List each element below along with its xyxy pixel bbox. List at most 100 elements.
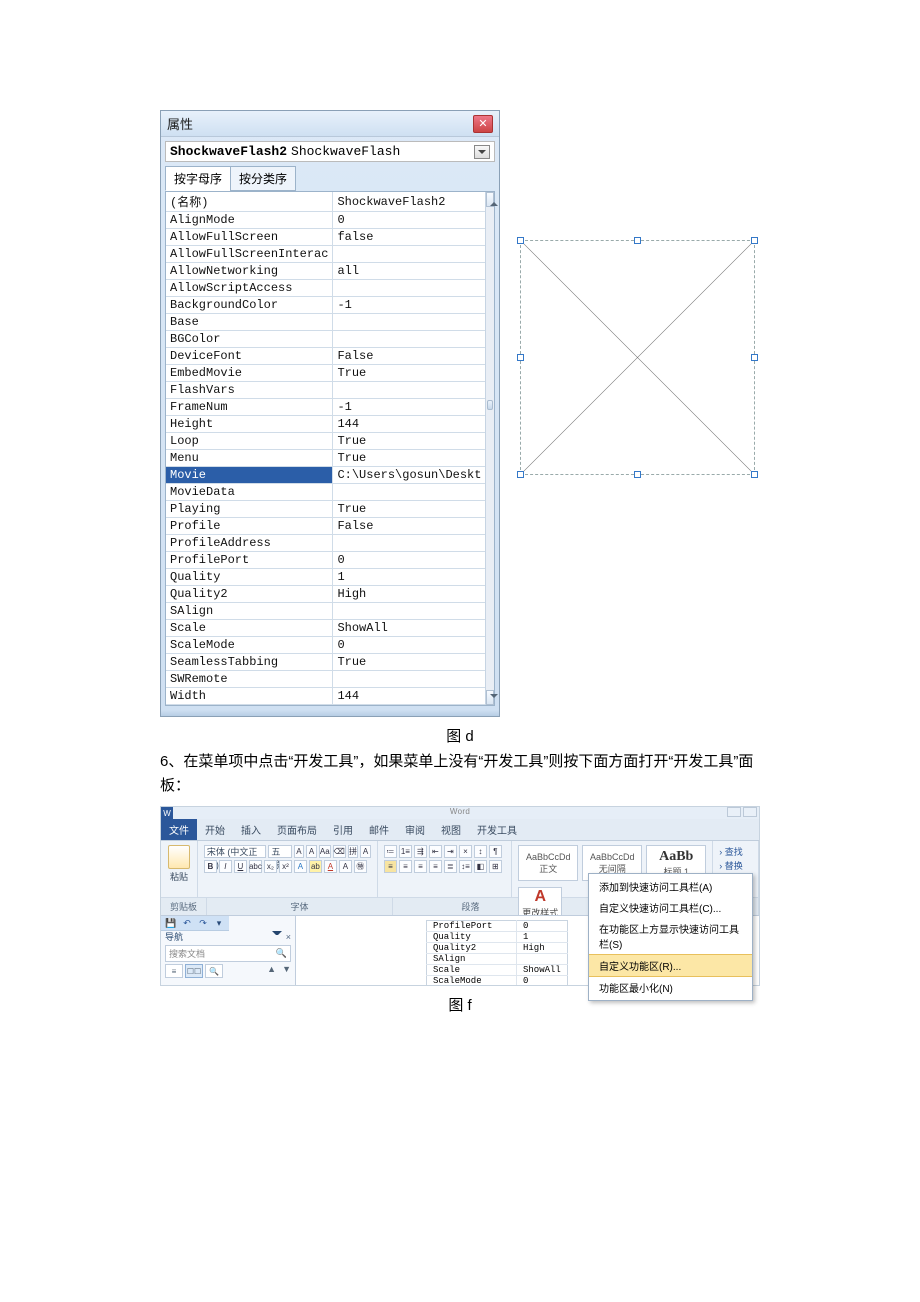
shrink-font-icon[interactable]: A: [306, 845, 317, 858]
property-value[interactable]: True: [333, 450, 486, 467]
redo-icon[interactable]: ↷: [197, 917, 209, 929]
property-row[interactable]: FlashVars: [166, 382, 485, 399]
resize-handle-bl[interactable]: [517, 471, 524, 478]
font-size-selector[interactable]: 五号: [268, 845, 291, 858]
property-row[interactable]: BGColor: [166, 331, 485, 348]
property-value[interactable]: [333, 603, 486, 620]
qat-customize-icon[interactable]: ▾: [213, 917, 225, 929]
resize-handle-tm[interactable]: [634, 237, 641, 244]
char-shading-icon[interactable]: A: [339, 860, 352, 873]
ribbon-tab[interactable]: 插入: [233, 819, 269, 840]
indent-dec-icon[interactable]: ⇤: [429, 845, 442, 858]
property-row[interactable]: DeviceFontFalse: [166, 348, 485, 365]
italic-icon[interactable]: I: [219, 860, 232, 873]
properties-grid[interactable]: (名称)ShockwaveFlash2AlignMode0AllowFullSc…: [166, 192, 485, 705]
property-value[interactable]: all: [333, 263, 486, 280]
embedded-object-placeholder[interactable]: [520, 240, 755, 475]
highlight-icon[interactable]: ab: [309, 860, 322, 873]
context-menu-item[interactable]: 功能区最小化(N): [589, 977, 752, 998]
resize-handle-bm[interactable]: [634, 471, 641, 478]
property-row[interactable]: PlayingTrue: [166, 501, 485, 518]
ribbon-tab[interactable]: 开始: [197, 819, 233, 840]
property-row[interactable]: Width144: [166, 688, 485, 705]
context-menu-item[interactable]: 自定义功能区(R)...: [589, 954, 752, 977]
property-value[interactable]: 1: [333, 569, 486, 586]
sort-icon[interactable]: ↕: [474, 845, 487, 858]
property-value[interactable]: High: [333, 586, 486, 603]
change-case-icon[interactable]: Aa: [319, 845, 331, 858]
property-value[interactable]: 0: [333, 637, 486, 654]
distributed-icon[interactable]: ≣: [444, 860, 457, 873]
resize-handle-br[interactable]: [751, 471, 758, 478]
property-value[interactable]: [333, 246, 486, 263]
property-value[interactable]: [333, 331, 486, 348]
property-row[interactable]: AllowFullScreenfalse: [166, 229, 485, 246]
min-window-icon[interactable]: [727, 807, 741, 817]
property-value[interactable]: [333, 314, 486, 331]
indent-inc-icon[interactable]: ⇥: [444, 845, 457, 858]
shading-icon[interactable]: ◧: [474, 860, 487, 873]
close-icon[interactable]: ✕: [473, 115, 493, 133]
property-value[interactable]: 0: [333, 212, 486, 229]
property-row[interactable]: MovieData: [166, 484, 485, 501]
resize-handle-tl[interactable]: [517, 237, 524, 244]
ribbon-tab[interactable]: 视图: [433, 819, 469, 840]
property-value[interactable]: [333, 484, 486, 501]
strike-icon[interactable]: abc: [249, 860, 262, 873]
property-row[interactable]: AlignMode0: [166, 212, 485, 229]
property-row[interactable]: ProfilePort0: [166, 552, 485, 569]
grow-font-icon[interactable]: A: [294, 845, 305, 858]
paste-label[interactable]: 粘贴: [170, 870, 188, 883]
property-row[interactable]: Quality1: [166, 569, 485, 586]
property-row[interactable]: SeamlessTabbingTrue: [166, 654, 485, 671]
restore-window-icon[interactable]: [743, 807, 757, 817]
ribbon-tab[interactable]: 页面布局: [269, 819, 325, 840]
property-row[interactable]: MovieC:\Users\gosun\Deskt: [166, 467, 485, 484]
property-row[interactable]: ProfileAddress: [166, 535, 485, 552]
align-left--icon[interactable]: ≡: [384, 860, 397, 873]
context-menu-item[interactable]: 添加到快速访问工具栏(A): [589, 876, 752, 897]
property-value[interactable]: False: [333, 518, 486, 535]
panel-resize-grip[interactable]: [161, 710, 499, 716]
property-value[interactable]: ShockwaveFlash2: [333, 192, 486, 212]
property-row[interactable]: FrameNum-1: [166, 399, 485, 416]
property-value[interactable]: False: [333, 348, 486, 365]
property-row[interactable]: (名称)ShockwaveFlash2: [166, 192, 485, 212]
editing-item[interactable]: › 查找: [719, 845, 752, 858]
nav-close-icon[interactable]: ×: [286, 932, 291, 942]
undo-icon[interactable]: ↶: [181, 917, 193, 929]
text-effect-icon[interactable]: A: [294, 860, 307, 873]
superscript-icon[interactable]: x²: [279, 860, 292, 873]
property-value[interactable]: [333, 535, 486, 552]
scroll-down-icon[interactable]: [486, 690, 494, 705]
resize-handle-tr[interactable]: [751, 237, 758, 244]
bullets-icon[interactable]: ≔: [384, 845, 397, 858]
save-icon[interactable]: 💾: [165, 917, 177, 929]
ribbon-tab[interactable]: 邮件: [361, 819, 397, 840]
align-right-icon[interactable]: ≡: [414, 860, 427, 873]
property-row[interactable]: SWRemote: [166, 671, 485, 688]
scroll-up-icon[interactable]: [486, 192, 494, 207]
ribbon-tab[interactable]: 审阅: [397, 819, 433, 840]
char-border-icon[interactable]: A: [360, 845, 371, 858]
clear-format-icon[interactable]: ⌫: [333, 845, 346, 858]
property-value[interactable]: C:\Users\gosun\Deskt: [333, 467, 486, 484]
line-spacing-icon[interactable]: ↕≡: [459, 860, 472, 873]
ribbon-tab[interactable]: 文件: [161, 819, 197, 840]
nav-tab-headings-icon[interactable]: ≡: [165, 964, 183, 978]
show-marks-icon[interactable]: ¶: [489, 845, 502, 858]
property-value[interactable]: True: [333, 433, 486, 450]
resize-handle-mr[interactable]: [751, 354, 758, 361]
property-value[interactable]: True: [333, 654, 486, 671]
style-gallery-item[interactable]: AaBbCcDd正文: [518, 845, 578, 881]
property-row[interactable]: Quality2High: [166, 586, 485, 603]
context-menu-item[interactable]: 在功能区上方显示快速访问工具栏(S): [589, 918, 752, 954]
multilevel-icon[interactable]: ⇶: [414, 845, 427, 858]
resize-handle-ml[interactable]: [517, 354, 524, 361]
property-row[interactable]: AllowNetworkingall: [166, 263, 485, 280]
context-menu-item[interactable]: 自定义快速访问工具栏(C)...: [589, 897, 752, 918]
ribbon-tab[interactable]: 开发工具: [469, 819, 525, 840]
property-value[interactable]: -1: [333, 399, 486, 416]
property-value[interactable]: True: [333, 501, 486, 518]
property-value[interactable]: [333, 280, 486, 297]
